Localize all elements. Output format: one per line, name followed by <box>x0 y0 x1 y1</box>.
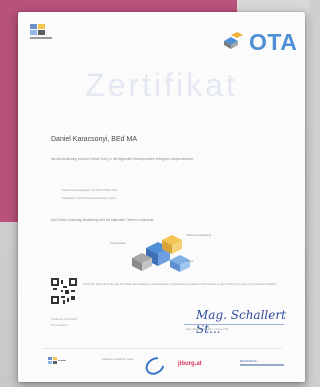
recipient-name: Daniel Karacsonyi, BEd MA <box>51 136 137 143</box>
place-date: Innsbruck, 20.10.2019 <box>51 318 77 321</box>
certificate-paper: OTA Zertifikat Daniel Karacsonyi, BEd MA… <box>18 12 305 382</box>
training-paragraph: Das Online-Coaching-Ausbildung wird auf … <box>51 218 155 222</box>
qr-code-icon <box>51 278 77 304</box>
footer-circle-logo-icon <box>142 353 168 379</box>
footer-institute-logo-icon <box>48 357 66 364</box>
footer-divider <box>42 348 282 349</box>
qr-description: Durch den QR-Code finden Sie die Inhalte… <box>83 283 277 286</box>
certificate-title: Zertifikat <box>85 67 238 103</box>
intro-text: hat die Ausbildung zum/zur Online-Tutor_… <box>51 157 194 161</box>
footer-partner-3-bar <box>240 364 284 366</box>
bullet-2: Praxisfächer und Onlineveranstaltungen (… <box>62 197 117 200</box>
footer-partner-2: jiburg.at <box>178 361 202 367</box>
signature: Mag. Schallert St... <box>196 308 286 336</box>
ota-logo-icon <box>224 32 243 49</box>
diagram-label-2: Präsenzveranstaltung <box>186 234 212 237</box>
signature-line <box>184 324 284 325</box>
bullet-1: Präsenzveranstaltungen und Online-Phase … <box>62 189 117 192</box>
cube-diagram-icon <box>132 235 190 272</box>
footer-partner-1: Akademie Ländlicher Raum <box>102 358 134 361</box>
diagram-label-1: Online-Phase <box>110 242 126 245</box>
signer-name: Mag. Stefanie Schallert, Leitung OTA <box>186 328 229 331</box>
ota-brand-text: OTA <box>249 29 298 55</box>
footer-partner-3: ERASMUS+ <box>240 359 259 363</box>
diagram-label-3: Praxis <box>186 260 194 263</box>
place-date-label: Ort und Datum <box>51 324 69 327</box>
institute-logo-icon <box>30 24 52 39</box>
